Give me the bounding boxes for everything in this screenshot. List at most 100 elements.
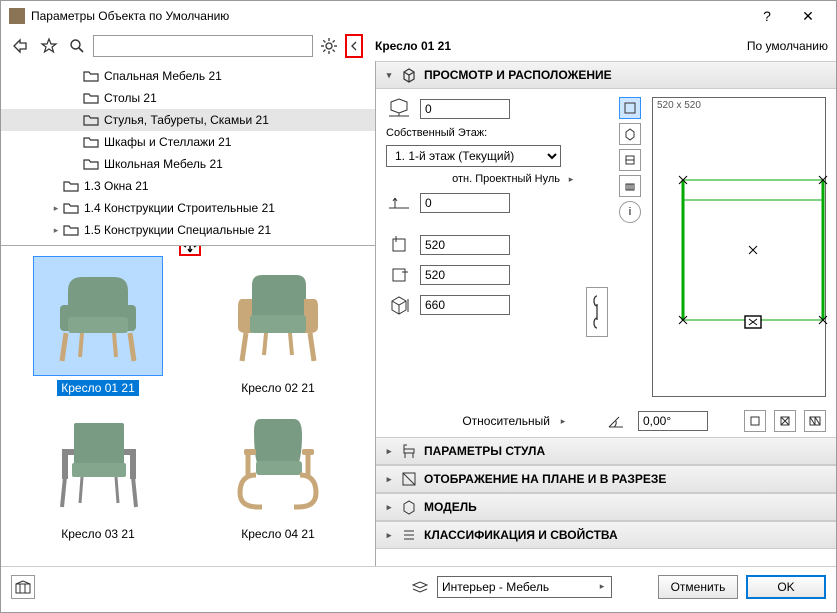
front-view-button[interactable] [619, 175, 641, 197]
layer-select[interactable]: Интерьер - Мебель ▸ [437, 576, 612, 598]
mirror-x-button[interactable] [774, 410, 796, 432]
library-item-thumbnail [33, 402, 163, 522]
toolbar: Кресло 01 21 По умолчанию [1, 31, 836, 61]
search-input[interactable] [93, 35, 313, 57]
tree-item-label: Столы 21 [104, 91, 157, 105]
library-item[interactable]: Кресло 01 21 [11, 256, 185, 396]
elevation-icon [386, 97, 414, 121]
ok-button[interactable]: OK [746, 575, 826, 599]
content-area: Спальная Мебель 21 Столы 21 Стулья, Табуре… [1, 61, 836, 566]
angle-input[interactable] [638, 411, 708, 431]
mirror-none-button[interactable] [744, 410, 766, 432]
width-icon [386, 233, 414, 257]
expand-icon[interactable]: ▸ [49, 203, 63, 214]
app-icon [9, 8, 25, 24]
parameters-column: Собственный Этаж: 1. 1-й этаж (Текущий) … [386, 97, 576, 397]
side-view-button[interactable] [619, 149, 641, 171]
gear-icon[interactable] [317, 34, 341, 58]
tree-item-label: Школьная Мебель 21 [104, 157, 223, 171]
library-item[interactable]: Кресло 03 21 [11, 402, 185, 542]
folder-icon [83, 91, 99, 105]
home-story-label: Собственный Этаж: [386, 127, 576, 139]
axon-view-button[interactable] [619, 123, 641, 145]
tree-item[interactable]: 1.3 Окна 21 [1, 175, 375, 197]
preview-viewport[interactable]: 520 x 520 [652, 97, 826, 397]
section-preview-label: ПРОСМОТР И РАСПОЛОЖЕНИЕ [424, 68, 612, 82]
depth-input[interactable] [420, 265, 510, 285]
project-zero-label: отн. Проектный Нуль [452, 173, 560, 185]
view-mode-column: i [618, 97, 642, 397]
tree-item[interactable]: Школьная Мебель 21 [1, 153, 375, 175]
tree-item[interactable]: ▸ 1.4 Конструкции Строительные 21 [1, 197, 375, 219]
height-input[interactable] [420, 295, 510, 315]
thumbnail-grid-wrapper: Кресло 01 21 Кресло 02 21 Кресло 03 21 Крес… [1, 246, 375, 566]
section-model[interactable]: ▸ МОДЕЛЬ [376, 493, 836, 521]
tree-item[interactable]: Столы 21 [1, 87, 375, 109]
info-button[interactable]: i [619, 201, 641, 223]
help-button[interactable]: ? [747, 2, 787, 30]
list-icon [400, 526, 418, 544]
chevron-right-icon[interactable]: ▸ [558, 416, 568, 426]
chair-icon [400, 442, 418, 460]
expand-icon[interactable]: ▸ [49, 225, 63, 236]
project-zero-input[interactable] [420, 193, 510, 213]
library-item[interactable]: Кресло 04 21 [191, 402, 365, 542]
plan-section-icon [400, 470, 418, 488]
home-arrow-icon[interactable] [9, 34, 33, 58]
section-model-label: МОДЕЛЬ [424, 500, 477, 514]
library-panel: Спальная Мебель 21 Столы 21 Стулья, Табуре… [1, 61, 376, 566]
width-input[interactable] [420, 235, 510, 255]
expand-icon: ▸ [384, 474, 394, 484]
library-item-label: Кресло 03 21 [57, 526, 139, 542]
relative-label: Относительный [462, 414, 550, 428]
angle-icon [602, 409, 630, 433]
tree-item-label: Стулья, Табуреты, Скамьи 21 [104, 113, 269, 127]
section-preview-position[interactable]: ▾ ПРОСМОТР И РАСПОЛОЖЕНИЕ [376, 61, 836, 89]
expand-icon: ▸ [384, 446, 394, 456]
library-item[interactable]: Кресло 02 21 [191, 256, 365, 396]
library-manager-button[interactable] [11, 575, 35, 599]
layer-select-value: Интерьер - Мебель [442, 580, 549, 594]
tree-item-label: 1.4 Конструкции Строительные 21 [84, 201, 275, 215]
chevron-right-icon[interactable]: ▸ [566, 174, 576, 184]
tree-item-label: Спальная Мебель 21 [104, 69, 222, 83]
section-chair-params[interactable]: ▸ ПАРАМЕТРЫ СТУЛА [376, 437, 836, 465]
tree-item[interactable]: Стулья, Табуреты, Скамьи 21 [1, 109, 375, 131]
close-button[interactable]: ✕ [788, 2, 828, 30]
tree-item[interactable]: Спальная Мебель 21 [1, 65, 375, 87]
bottom-bar: Интерьер - Мебель ▸ Отменить OK [1, 566, 836, 606]
folder-icon [63, 223, 79, 237]
folder-tree[interactable]: Спальная Мебель 21 Столы 21 Стулья, Табуре… [1, 61, 375, 246]
chevron-right-icon: ▸ [597, 582, 607, 592]
preview-plan-drawing [673, 170, 833, 335]
collapse-nav-button[interactable] [345, 34, 363, 58]
parameters-panel: ▾ ПРОСМОТР И РАСПОЛОЖЕНИЕ Собственный Эт… [376, 61, 836, 566]
folder-icon [83, 69, 99, 83]
tree-item[interactable]: Шкафы и Стеллажи 21 [1, 131, 375, 153]
thumbnail-grid[interactable]: Кресло 01 21 Кресло 02 21 Кресло 03 21 Крес… [1, 246, 375, 552]
plan-view-button[interactable] [619, 97, 641, 119]
home-story-select[interactable]: 1. 1-й этаж (Текущий) [386, 145, 561, 167]
model-icon [400, 498, 418, 516]
cube-icon [400, 66, 418, 84]
favorite-star-icon[interactable] [37, 34, 61, 58]
section-chair-label: ПАРАМЕТРЫ СТУЛА [424, 444, 545, 458]
move-handle[interactable] [179, 246, 201, 256]
folder-icon [83, 157, 99, 171]
section-classification[interactable]: ▸ КЛАССИФИКАЦИЯ И СВОЙСТВА [376, 521, 836, 549]
section-display[interactable]: ▸ ОТОБРАЖЕНИЕ НА ПЛАНЕ И В РАЗРЕЗЕ [376, 465, 836, 493]
object-name-label: Кресло 01 21 [375, 39, 451, 53]
tree-item-label: 1.3 Окна 21 [84, 179, 149, 193]
default-label: По умолчанию [747, 39, 828, 53]
folder-icon [63, 201, 79, 215]
project-zero-icon [386, 191, 414, 215]
mirror-y-button[interactable] [804, 410, 826, 432]
link-dimensions-button[interactable] [586, 287, 608, 337]
tree-item[interactable]: ▸1.5 Конструкции Специальные 21 [1, 219, 375, 241]
section-classification-label: КЛАССИФИКАЦИЯ И СВОЙСТВА [424, 528, 618, 542]
preview-section-body: Собственный Этаж: 1. 1-й этаж (Текущий) … [376, 89, 836, 405]
library-item-label: Кресло 01 21 [57, 380, 139, 396]
elevation-input[interactable] [420, 99, 510, 119]
search-icon[interactable] [65, 34, 89, 58]
cancel-button[interactable]: Отменить [658, 575, 738, 599]
